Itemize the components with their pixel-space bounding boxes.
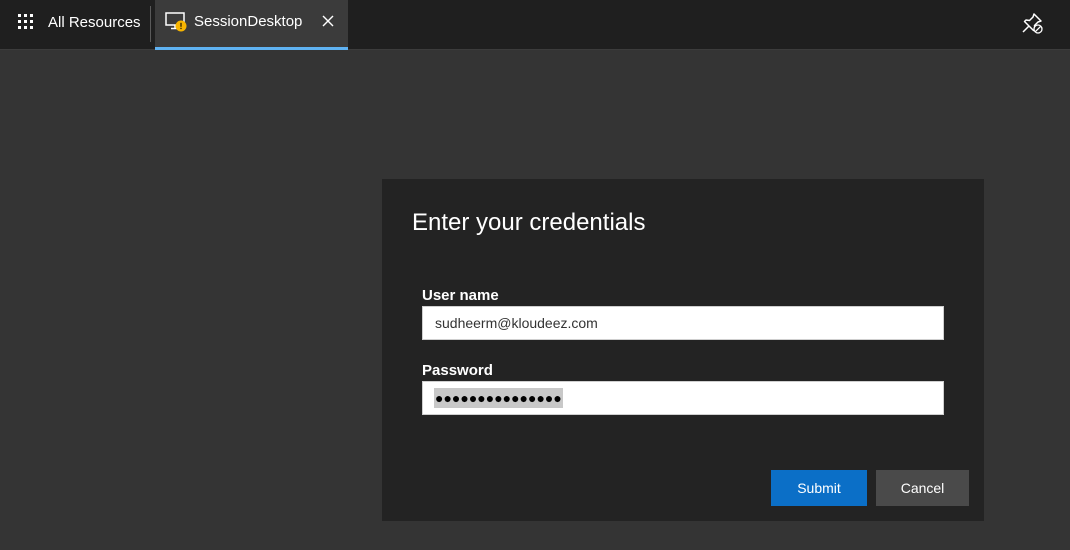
password-label: Password xyxy=(422,362,493,379)
username-label: User name xyxy=(422,287,499,304)
warning-badge-icon xyxy=(175,20,187,32)
unpin-icon[interactable] xyxy=(1020,11,1044,35)
grid-icon xyxy=(18,14,34,30)
all-resources-label: All Resources xyxy=(48,13,141,31)
username-input[interactable] xyxy=(422,306,944,340)
top-bar: All Resources SessionDesktop xyxy=(0,0,1070,50)
all-resources-button[interactable]: All Resources xyxy=(14,0,141,44)
tab-session-desktop[interactable]: SessionDesktop xyxy=(155,0,348,50)
submit-button[interactable]: Submit xyxy=(771,470,867,506)
cancel-button[interactable]: Cancel xyxy=(876,470,969,506)
tab-label: SessionDesktop xyxy=(194,13,303,30)
close-icon[interactable] xyxy=(320,13,336,29)
dialog-title: Enter your credentials xyxy=(412,209,646,236)
tab-divider xyxy=(150,6,151,42)
password-masked-value: ●●●●●●●●●●●●●●● xyxy=(434,388,563,408)
credentials-dialog: Enter your credentials User name Passwor… xyxy=(382,179,984,521)
monitor-icon xyxy=(165,12,187,32)
